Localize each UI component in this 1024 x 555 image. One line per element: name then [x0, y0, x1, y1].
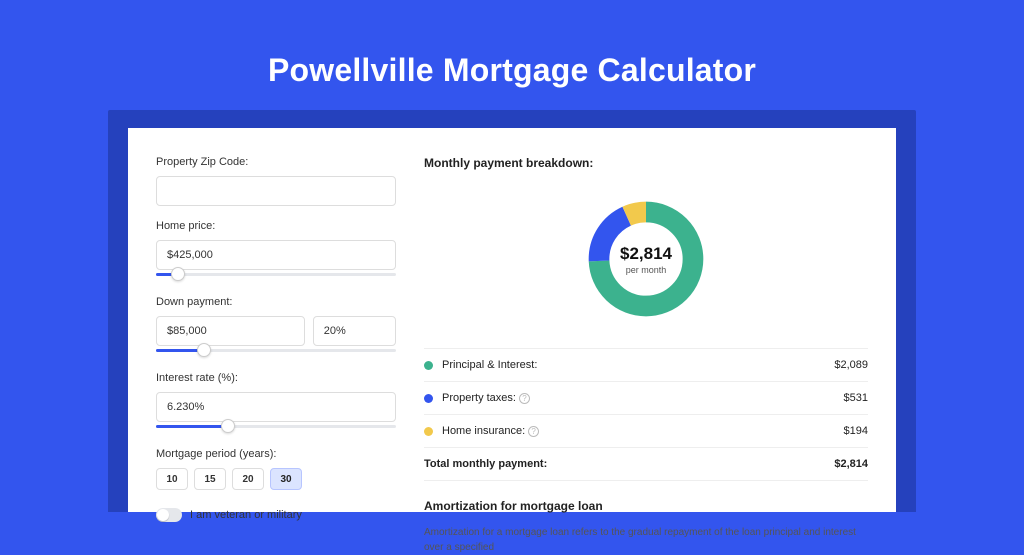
- zip-label: Property Zip Code:: [156, 156, 396, 168]
- legend-total-label: Total monthly payment:: [424, 458, 834, 470]
- legend-tax-value: $531: [844, 392, 868, 404]
- legend-principal-value: $2,089: [834, 359, 868, 371]
- page-title: Powellville Mortgage Calculator: [0, 0, 1024, 89]
- down-payment-field: Down payment:: [156, 296, 396, 358]
- down-payment-amount-input[interactable]: [156, 316, 305, 346]
- home-price-field: Home price:: [156, 220, 396, 282]
- veteran-row: I am veteran or military: [156, 508, 396, 522]
- down-payment-label: Down payment:: [156, 296, 396, 308]
- zip-input[interactable]: [156, 176, 396, 206]
- donut-chart: $2,814 per month: [584, 197, 708, 321]
- breakdown-title: Monthly payment breakdown:: [424, 156, 868, 170]
- amortization-title: Amortization for mortgage loan: [424, 499, 868, 513]
- donut-chart-wrap: $2,814 per month: [424, 184, 868, 334]
- period-buttons: 10 15 20 30: [156, 468, 396, 490]
- period-field: Mortgage period (years): 10 15 20 30: [156, 448, 396, 490]
- home-price-input[interactable]: [156, 240, 396, 270]
- period-15-button[interactable]: 15: [194, 468, 226, 490]
- period-10-button[interactable]: 10: [156, 468, 188, 490]
- veteran-label: I am veteran or military: [190, 509, 302, 521]
- down-payment-percent-input[interactable]: [313, 316, 396, 346]
- legend-insurance-row: Home insurance:? $194: [424, 415, 868, 447]
- legend-tax-row: Property taxes:? $531: [424, 382, 868, 414]
- info-icon[interactable]: ?: [528, 426, 539, 437]
- veteran-toggle[interactable]: [156, 508, 182, 522]
- home-price-label: Home price:: [156, 220, 396, 232]
- donut-center-sub: per month: [626, 265, 667, 275]
- zip-field: Property Zip Code:: [156, 156, 396, 206]
- calculator-card: Property Zip Code: Home price: Down paym…: [128, 128, 896, 512]
- amortization-section: Amortization for mortgage loan Amortizat…: [424, 499, 868, 555]
- legend-tax-label: Property taxes:?: [442, 392, 844, 404]
- legend-total-value: $2,814: [834, 458, 868, 470]
- info-icon[interactable]: ?: [519, 393, 530, 404]
- legend-insurance-value: $194: [844, 425, 868, 437]
- down-payment-slider[interactable]: [156, 344, 396, 358]
- amortization-text: Amortization for a mortgage loan refers …: [424, 525, 868, 555]
- slider-thumb[interactable]: [221, 419, 235, 433]
- dot-icon: [424, 427, 433, 436]
- interest-slider[interactable]: [156, 420, 396, 434]
- breakdown-column: Monthly payment breakdown: $2,814 per mo…: [424, 156, 868, 512]
- home-price-slider[interactable]: [156, 268, 396, 282]
- dot-icon: [424, 394, 433, 403]
- interest-field: Interest rate (%):: [156, 372, 396, 434]
- donut-center-value: $2,814: [620, 244, 672, 264]
- legend-insurance-label: Home insurance:?: [442, 425, 844, 437]
- period-30-button[interactable]: 30: [270, 468, 302, 490]
- period-label: Mortgage period (years):: [156, 448, 396, 460]
- slider-thumb[interactable]: [197, 343, 211, 357]
- legend-principal-label: Principal & Interest:: [442, 359, 834, 371]
- form-column: Property Zip Code: Home price: Down paym…: [156, 156, 396, 512]
- legend-total-row: Total monthly payment: $2,814: [424, 448, 868, 480]
- interest-input[interactable]: [156, 392, 396, 422]
- dot-icon: [424, 361, 433, 370]
- legend-principal-row: Principal & Interest: $2,089: [424, 349, 868, 381]
- period-20-button[interactable]: 20: [232, 468, 264, 490]
- interest-label: Interest rate (%):: [156, 372, 396, 384]
- slider-thumb[interactable]: [171, 267, 185, 281]
